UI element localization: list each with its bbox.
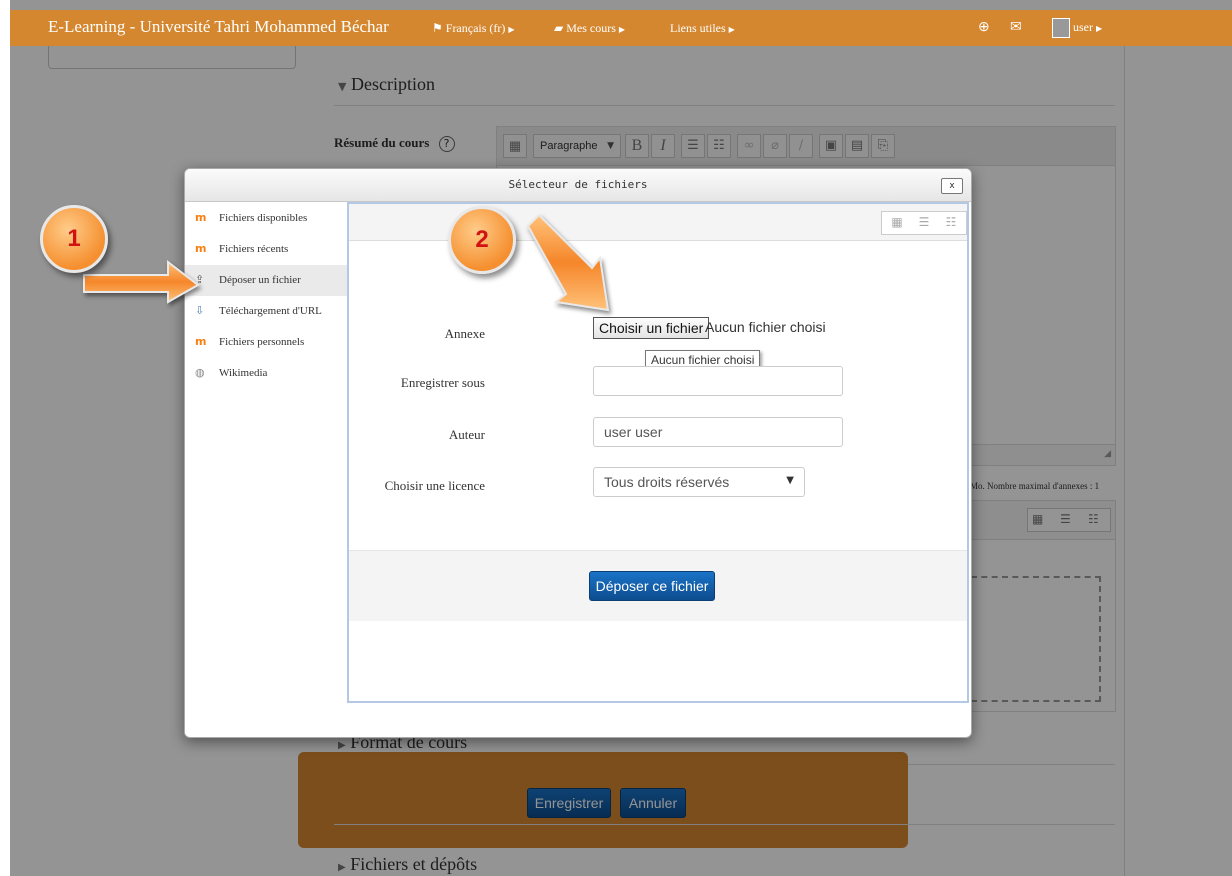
annotation-layer — [83, 213, 610, 312]
annotation-arrow-1 — [83, 259, 200, 304]
annotation-arrow-2 — [526, 213, 610, 312]
annotation-step-1: 1 — [40, 205, 108, 273]
annotation-step-2: 2 — [448, 206, 516, 274]
